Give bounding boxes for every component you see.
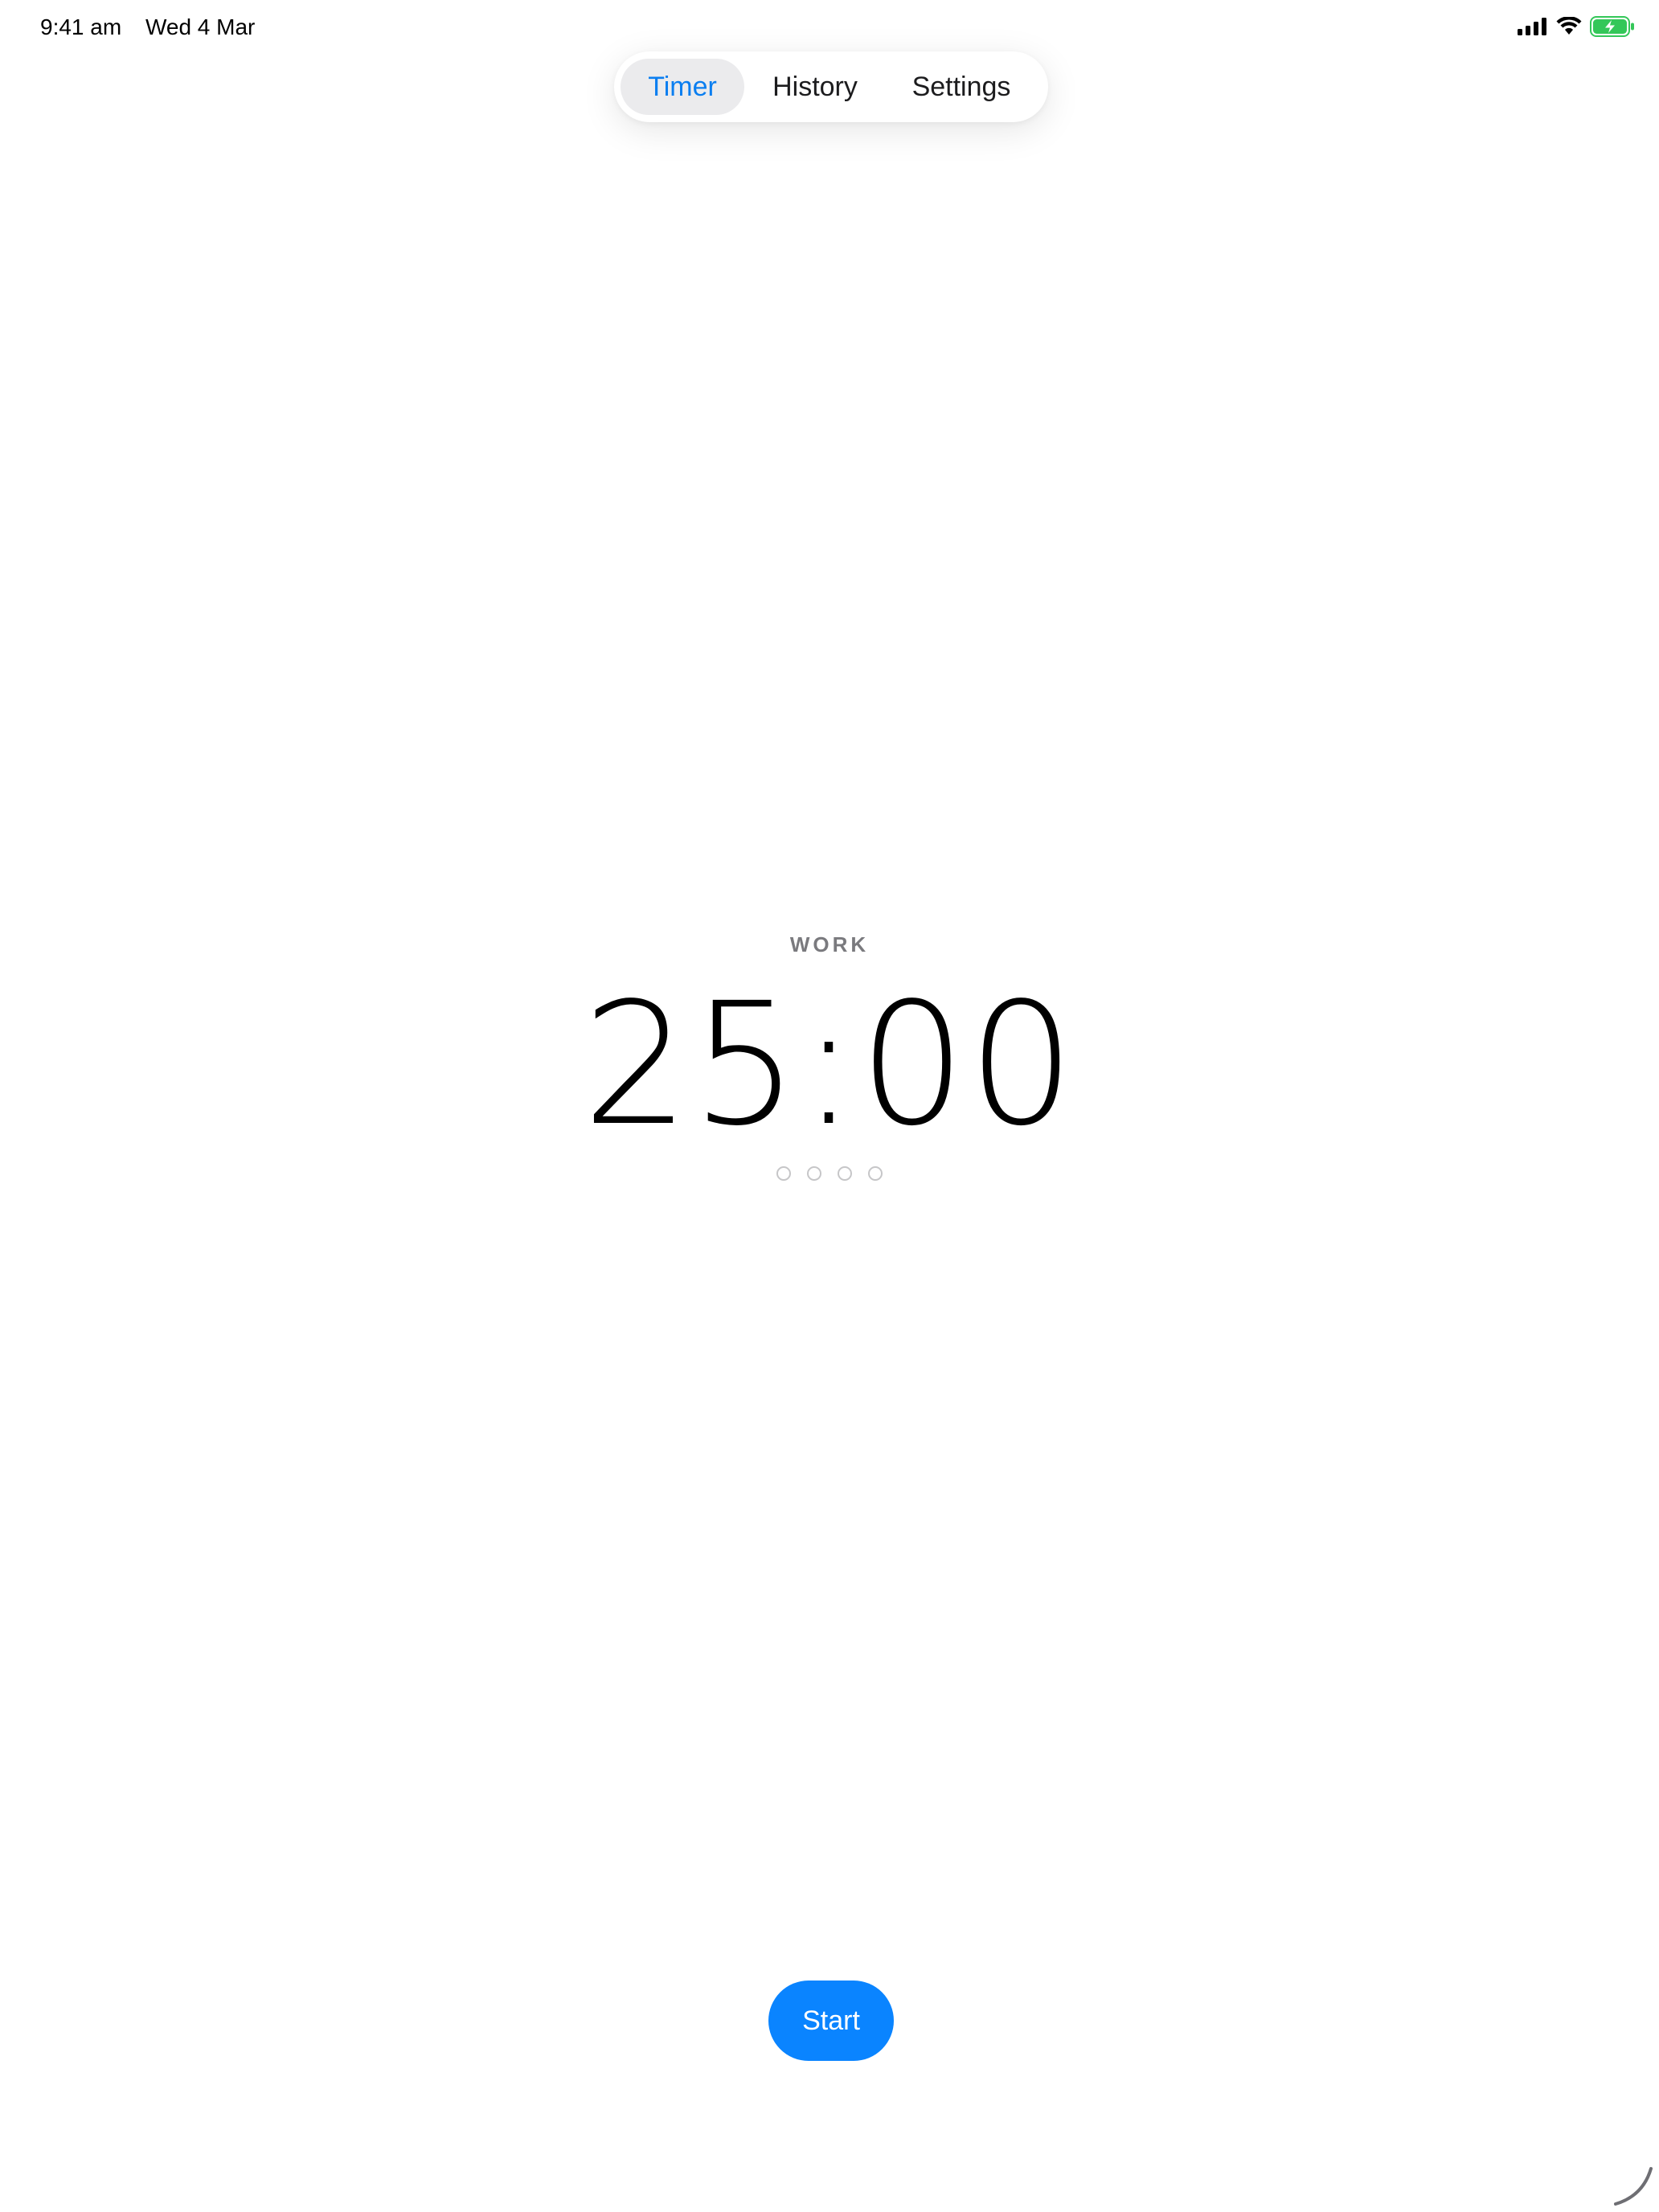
phase-label: WORK — [789, 932, 870, 956]
start-button[interactable]: Start — [768, 1981, 894, 2061]
status-time: 9:41 am — [40, 14, 122, 39]
status-bar-time-date: 9:41 am Wed 4 Mar — [40, 11, 255, 43]
session-dot — [868, 1166, 883, 1181]
session-dot — [776, 1166, 791, 1181]
tab-bar: Timer History Settings — [614, 51, 1048, 122]
timer-display: 25:00 — [582, 966, 1077, 1163]
wifi-icon — [1556, 17, 1582, 36]
session-dot — [807, 1166, 821, 1181]
corner-resize-indicator — [1611, 2164, 1656, 2209]
status-date: Wed 4 Mar — [145, 14, 256, 39]
status-bar-indicators — [1518, 14, 1635, 39]
tab-timer[interactable]: Timer — [621, 59, 744, 115]
tab-settings[interactable]: Settings — [886, 59, 1037, 115]
app-screen: 9:41 am Wed 4 Mar Timer History Settings… — [0, 0, 1659, 2212]
session-dot — [838, 1166, 852, 1181]
cellular-signal-icon — [1518, 18, 1548, 35]
tab-history[interactable]: History — [744, 59, 886, 115]
session-progress-dots — [0, 1166, 1659, 1181]
battery-charging-icon — [1590, 16, 1635, 37]
